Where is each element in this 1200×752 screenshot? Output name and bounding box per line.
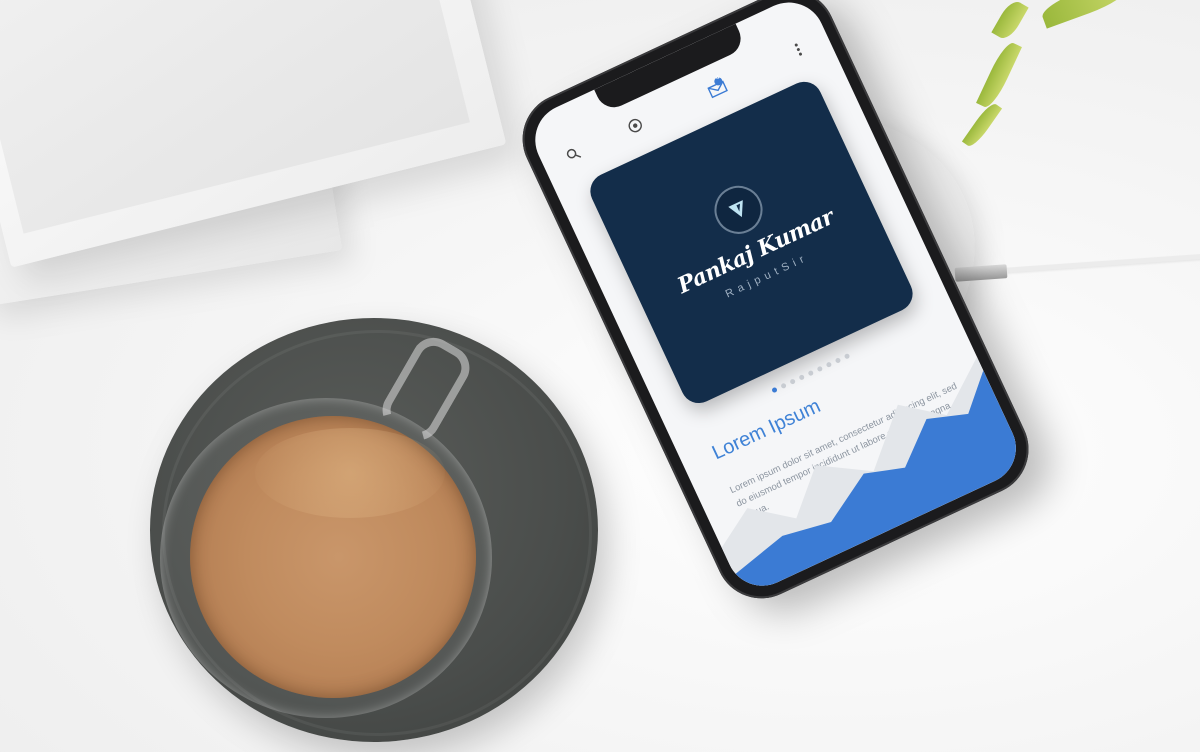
carousel-dot[interactable] [798, 374, 806, 381]
phone-screen: 4 Pankaj Kumar RajputSir Lorem Ipsum Lor… [523, 0, 1028, 598]
search-icon[interactable] [560, 141, 587, 168]
desk-scene: 4 Pankaj Kumar RajputSir Lorem Ipsum Lor… [0, 0, 1200, 752]
mail-icon[interactable]: 4 [704, 74, 731, 101]
carousel-dot[interactable] [771, 386, 778, 394]
coffee-foam [255, 428, 445, 518]
carousel-dot[interactable] [789, 378, 796, 385]
plant-leaf [991, 0, 1029, 43]
carousel-dot[interactable] [807, 369, 815, 377]
logo-icon [706, 177, 771, 242]
carousel-dot[interactable] [843, 352, 851, 360]
cable-plug [954, 264, 1008, 282]
plant-leaf [1038, 0, 1132, 29]
carousel-dot[interactable] [825, 361, 833, 368]
carousel-dot[interactable] [834, 357, 842, 364]
plant-leaf [961, 100, 1003, 150]
carousel-dot[interactable] [816, 365, 824, 373]
target-icon[interactable] [622, 112, 649, 139]
carousel-dot[interactable] [780, 382, 787, 390]
more-icon[interactable] [785, 36, 812, 63]
plant-leaf [976, 39, 1022, 111]
